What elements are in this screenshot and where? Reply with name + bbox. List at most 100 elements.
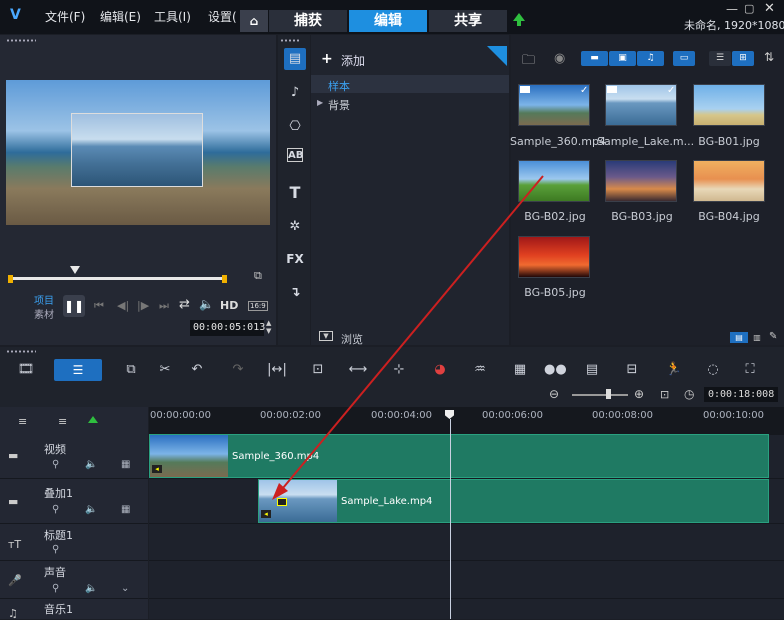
- track-grid-icon[interactable]: ▦: [121, 504, 130, 515]
- tab-share[interactable]: 共享: [429, 10, 507, 32]
- media-thumb-bg-b03[interactable]: [605, 160, 677, 202]
- track-header-overlay[interactable]: ▬ 叠加1 ⚲ 🔈 ▦: [0, 479, 148, 524]
- aspect-ratio-button[interactable]: 16:9: [248, 301, 268, 311]
- menu-edit[interactable]: 编辑(E): [100, 8, 141, 25]
- tab-edit[interactable]: 编辑: [349, 10, 427, 32]
- project-mode-label[interactable]: 项目: [34, 292, 54, 307]
- pin-icon[interactable]: [487, 46, 507, 66]
- title-icon[interactable]: AB: [287, 148, 303, 162]
- menu-settings[interactable]: 设置(S): [208, 8, 236, 25]
- filter-video-button[interactable]: ▬: [581, 51, 608, 66]
- audio-mix-icon[interactable]: ♒: [470, 362, 490, 378]
- track-volume-icon[interactable]: 🔈: [85, 459, 97, 470]
- video-clip[interactable]: ◂ Sample_360.mp4: [149, 434, 769, 478]
- expand-arrow-icon[interactable]: ▶: [317, 98, 323, 107]
- playhead-handle[interactable]: [70, 266, 80, 274]
- minimize-button[interactable]: —: [726, 2, 738, 16]
- browse-icon[interactable]: ▼: [319, 331, 333, 341]
- audio-icon[interactable]: ♪: [284, 82, 306, 104]
- track-header-video[interactable]: ▬ 视频 ⚲ 🔈 ▦: [0, 435, 148, 479]
- go-start-button[interactable]: ⏮: [94, 299, 104, 313]
- link-icon[interactable]: ⚲: [52, 504, 59, 515]
- clip-mode-label[interactable]: 素材: [34, 306, 54, 321]
- fit-icon[interactable]: |↔|: [267, 362, 287, 378]
- fx-icon[interactable]: FX: [284, 248, 306, 270]
- zoom-in-icon[interactable]: ⊕: [634, 387, 644, 401]
- transition-icon[interactable]: ⎔: [284, 116, 306, 138]
- path-icon[interactable]: ↴: [284, 282, 306, 304]
- chevron-down-icon[interactable]: ⌄: [121, 583, 129, 594]
- overlay-clip[interactable]: ◂ Sample_Lake.mp4: [258, 479, 769, 523]
- timecode-spinner[interactable]: ▲ ▼: [266, 319, 271, 335]
- timeline-view-button[interactable]: ☰: [54, 359, 102, 381]
- zoom-out-icon[interactable]: ⊖: [549, 387, 559, 401]
- list-view-button[interactable]: ☰: [709, 51, 731, 66]
- track-header-title[interactable]: ᴛT 标题1 ⚲: [0, 524, 148, 561]
- next-frame-button[interactable]: |▶: [137, 299, 149, 312]
- fit-project-icon[interactable]: ⊡: [660, 388, 669, 401]
- record-icon[interactable]: ◉: [554, 51, 565, 66]
- track-grid-icon[interactable]: ▦: [121, 459, 130, 470]
- maximize-button[interactable]: ▢: [744, 2, 754, 15]
- zoom-slider[interactable]: [572, 394, 628, 396]
- tree-item-background[interactable]: ▶ 背景: [311, 95, 509, 113]
- storyboard-view-icon[interactable]: 🎞: [16, 362, 36, 378]
- expand-icon[interactable]: ⧉: [254, 269, 262, 283]
- split-screen-icon[interactable]: ⊟: [622, 362, 642, 378]
- go-end-button[interactable]: ⏭: [159, 299, 169, 313]
- track-volume-icon[interactable]: 🔈: [85, 504, 97, 515]
- close-button[interactable]: ✕: [764, 1, 775, 16]
- track-header-music[interactable]: ♫ 音乐1: [0, 599, 148, 620]
- media-thumb-bg-b05[interactable]: [518, 236, 590, 278]
- media-thumb-bg-b04[interactable]: [693, 160, 765, 202]
- upload-icon[interactable]: [513, 13, 525, 21]
- subtitle-icon[interactable]: ▤: [582, 362, 602, 378]
- repeat-icon[interactable]: ⇄: [179, 297, 190, 312]
- timeline-ruler[interactable]: [149, 407, 784, 435]
- preview-window[interactable]: [6, 80, 270, 225]
- filter-photo-button[interactable]: ▣: [609, 51, 636, 66]
- trim-end-marker[interactable]: [222, 275, 227, 283]
- scrubber-track[interactable]: [10, 277, 226, 280]
- snap-icon[interactable]: ⊹: [389, 362, 409, 378]
- link-icon[interactable]: ⚲: [52, 459, 59, 470]
- menu-file[interactable]: 文件(F): [45, 8, 85, 25]
- sort-icon[interactable]: ⇅: [764, 50, 774, 64]
- add-icon[interactable]: +: [321, 51, 333, 67]
- loop-icon[interactable]: ◌: [703, 362, 723, 378]
- prev-frame-button[interactable]: ◀|: [117, 299, 129, 312]
- add-folder-button[interactable]: 添加: [341, 52, 365, 69]
- thumbnail-size-button[interactable]: ▭: [673, 51, 695, 66]
- chapter-icon[interactable]: ≡: [58, 415, 67, 428]
- trim-start-marker[interactable]: [8, 275, 13, 283]
- media-thumb-bg-b02[interactable]: [518, 160, 590, 202]
- pause-button[interactable]: ❚❚: [63, 295, 85, 317]
- text-icon[interactable]: T: [284, 182, 306, 204]
- media-icon[interactable]: ▤: [284, 48, 306, 70]
- tab-capture[interactable]: 捕获: [269, 10, 347, 32]
- import-folder-icon[interactable]: 🗀: [522, 51, 535, 73]
- view-mode-icon[interactable]: ▤: [730, 332, 748, 343]
- zoom-slider-thumb[interactable]: [606, 389, 611, 399]
- copy-attributes-icon[interactable]: ⧉: [121, 362, 141, 378]
- add-marker-icon[interactable]: [88, 416, 98, 423]
- browse-button[interactable]: 浏览: [341, 331, 363, 347]
- link-icon[interactable]: ⚲: [52, 583, 59, 594]
- fullscreen-icon[interactable]: ⛶: [740, 362, 760, 378]
- multicam-icon[interactable]: ▦: [510, 362, 530, 378]
- timecode-display[interactable]: 00:00:05:013: [190, 320, 265, 336]
- edit-icon[interactable]: ✎: [769, 331, 777, 342]
- graphics-icon[interactable]: ✲: [284, 216, 306, 238]
- home-tab[interactable]: ⌂: [240, 10, 268, 32]
- track-manager-icon[interactable]: ≡: [18, 415, 27, 428]
- view-mode-alt-icon[interactable]: ▥: [750, 332, 764, 343]
- track-header-voice[interactable]: 🎤 声音 ⚲ 🔈 ⌄: [0, 561, 148, 599]
- tools-icon[interactable]: ✂: [155, 362, 175, 378]
- tree-item-sample[interactable]: 样本: [311, 75, 509, 93]
- track-volume-icon[interactable]: 🔈: [85, 583, 97, 594]
- panel-grip[interactable]: [280, 39, 300, 42]
- media-thumb-bg-b01[interactable]: [693, 84, 765, 126]
- volume-icon[interactable]: 🔈: [199, 297, 214, 311]
- filter-audio-button[interactable]: ♫: [637, 51, 664, 66]
- trim-icon[interactable]: ⊡: [308, 362, 328, 378]
